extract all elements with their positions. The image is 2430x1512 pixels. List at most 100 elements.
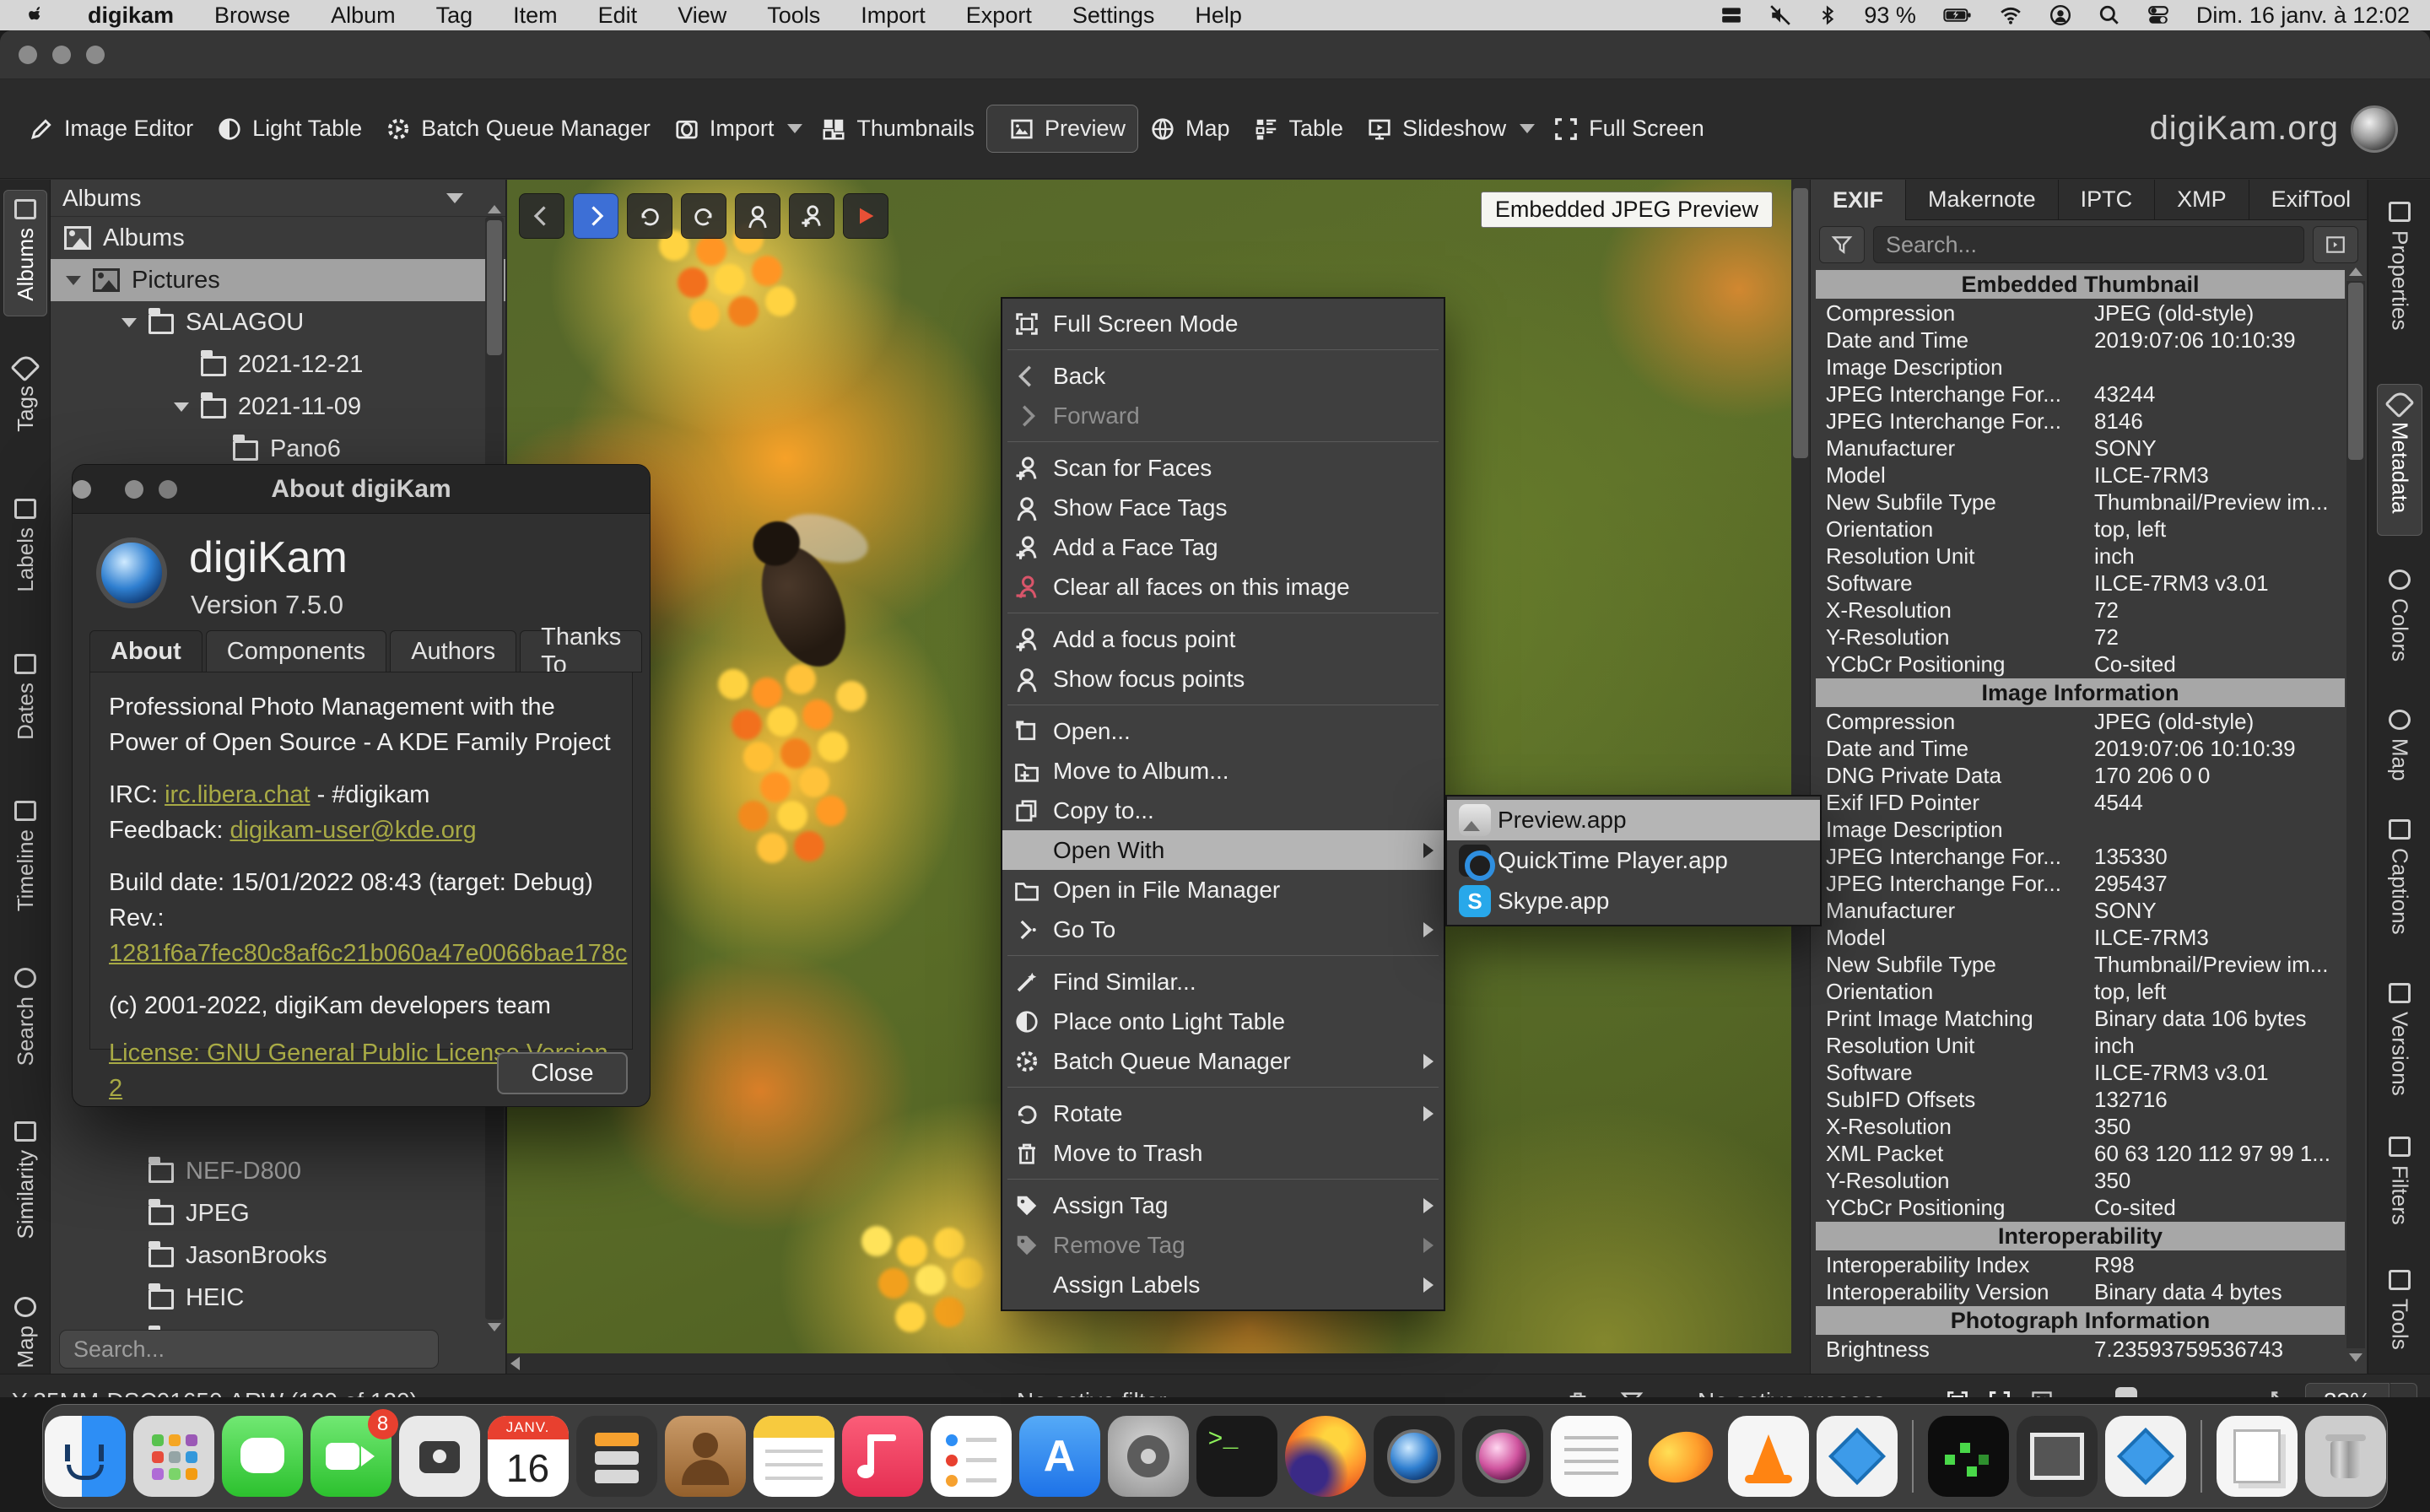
table-button[interactable]: Table	[1242, 105, 1356, 152]
full-screen-button[interactable]: Full Screen	[1542, 105, 1716, 152]
slideshow-dropdown-arrow[interactable]	[1520, 124, 1535, 133]
expander-icon[interactable]	[174, 402, 189, 412]
collapse-arrow-icon[interactable]	[446, 193, 463, 203]
sidebar-tab-properties[interactable]: Properties	[2377, 193, 2422, 359]
filter-funnel-button[interactable]	[1819, 226, 1865, 263]
menubar-item-edit[interactable]: Edit	[578, 0, 658, 30]
tab-about[interactable]: About	[89, 630, 202, 672]
menu-item-full-screen-mode[interactable]: Full Screen Mode	[1002, 304, 1444, 343]
menu-item-batch-queue-manager[interactable]: Batch Queue Manager	[1002, 1041, 1444, 1081]
window-minimize-button[interactable]	[52, 46, 71, 64]
dock-picture-window-icon[interactable]	[2017, 1416, 2098, 1497]
zoom-100-icon[interactable]	[2030, 1374, 2054, 1397]
albums-panel-header[interactable]: Albums	[51, 180, 505, 217]
menu-item-remove-tag[interactable]: Remove Tag	[1002, 1225, 1444, 1265]
sidebar-tab-colors[interactable]: Colors	[2377, 561, 2422, 676]
sidebar-tab-map[interactable]: Map	[3, 1288, 47, 1373]
menu-item-open-with[interactable]: Open With	[1002, 830, 1444, 870]
slideshow-button[interactable]: Slideshow	[1355, 105, 1518, 152]
menubar-item-item[interactable]: Item	[493, 0, 578, 30]
show-face-tags-button[interactable]	[735, 193, 780, 239]
dock-mango-app-icon[interactable]	[1639, 1416, 1720, 1497]
menubar-item-import[interactable]: Import	[840, 0, 946, 30]
menu-item-assign-tag[interactable]: Assign Tag	[1002, 1185, 1444, 1225]
preview-back-button[interactable]	[519, 193, 564, 239]
dialog-minimize-button[interactable]	[159, 480, 177, 499]
window-close-button[interactable]	[19, 46, 37, 64]
irc-link[interactable]: irc.libera.chat	[165, 781, 310, 808]
tree-item-pictures[interactable]: Pictures	[51, 259, 505, 301]
scroll-left-icon[interactable]	[510, 1357, 520, 1370]
menubar-item-settings[interactable]: Settings	[1052, 0, 1175, 30]
tree-item-2021-12-21[interactable]: 2021-12-21	[51, 343, 505, 386]
menubar-item-help[interactable]: Help	[1174, 0, 1262, 30]
thumbnails-button[interactable]: Thumbnails	[809, 105, 986, 152]
bluetooth-icon[interactable]	[1818, 4, 1837, 26]
dock-appstore-icon[interactable]: A	[1019, 1416, 1100, 1497]
menu-item-open[interactable]: Open...	[1002, 711, 1444, 751]
volume-muted-icon[interactable]	[1769, 4, 1791, 26]
zoom-expand-icon[interactable]	[2270, 1374, 2293, 1397]
menu-item-go-to[interactable]: Go To	[1002, 910, 1444, 949]
tree-item-albums-root[interactable]: Albums	[51, 217, 505, 259]
zoom-percent-display[interactable]: 33%	[2305, 1383, 2390, 1397]
menu-item-open-in-file-manager[interactable]: Open in File Manager	[1002, 870, 1444, 910]
albums-search-input[interactable]	[59, 1330, 439, 1369]
dock-music-icon[interactable]	[842, 1416, 923, 1497]
batch-queue-manager-button[interactable]: Batch Queue Manager	[374, 105, 662, 152]
dock-virtualbox-window-icon[interactable]	[2105, 1416, 2186, 1497]
dock-documents-icon[interactable]	[2217, 1416, 2298, 1497]
metadata-tools-button[interactable]	[2313, 226, 2358, 263]
menu-item-back[interactable]: Back	[1002, 356, 1444, 396]
dock-notes-icon[interactable]	[753, 1416, 834, 1497]
sidebar-tab-timeline[interactable]: Timeline	[3, 792, 47, 910]
preview-forward-button[interactable]	[573, 193, 618, 239]
submenu-item-preview-app[interactable]: Preview.app	[1447, 800, 1820, 840]
menubar-item-browse[interactable]: Browse	[194, 0, 310, 30]
dock-facetime-icon[interactable]: 8	[310, 1416, 392, 1497]
sidebar-tab-albums[interactable]: Albums	[3, 190, 47, 316]
sidebar-tab-dates[interactable]: Dates	[3, 645, 47, 743]
dock-textedit-icon[interactable]	[1551, 1416, 1632, 1497]
submenu-item-quicktime[interactable]: QuickTime Player.app	[1447, 840, 1820, 881]
metadata-scrollbar[interactable]	[2346, 281, 2365, 1348]
menu-item-find-similar[interactable]: Find Similar...	[1002, 962, 1444, 1002]
apple-menu-icon[interactable]	[27, 4, 46, 26]
import-dropdown-arrow[interactable]	[787, 124, 802, 133]
menu-item-add-focus-point[interactable]: Add a focus point	[1002, 619, 1444, 659]
add-face-tag-button[interactable]	[789, 193, 834, 239]
zoom-slider-knob[interactable]	[2115, 1387, 2137, 1397]
rotate-left-button[interactable]	[627, 193, 672, 239]
tab-exif[interactable]: EXIF	[1811, 180, 1906, 220]
preview-vertical-scrollbar[interactable]	[1791, 180, 1810, 1374]
dock-emulator-window-icon[interactable]	[1928, 1416, 2009, 1497]
menu-item-scan-for-faces[interactable]: Scan for Faces	[1002, 448, 1444, 488]
menu-item-move-to-album[interactable]: Move to Album...	[1002, 751, 1444, 791]
dock-finder-icon[interactable]	[45, 1416, 126, 1497]
dock-calendar-icon[interactable]: JANV.16	[488, 1416, 569, 1497]
user-account-icon[interactable]	[2049, 4, 2071, 26]
close-button[interactable]: Close	[497, 1052, 628, 1094]
preview-horizontal-scrollbar[interactable]	[507, 1353, 1810, 1374]
sidebar-tab-map-right[interactable]: Map	[2377, 701, 2422, 786]
spotlight-search-icon[interactable]	[2098, 4, 2120, 26]
sidebar-tab-tags[interactable]: Tags	[3, 348, 47, 441]
control-center-icon[interactable]	[2147, 4, 2169, 26]
dock-terminal-icon[interactable]: >_	[1196, 1416, 1277, 1497]
tab-xmp[interactable]: XMP	[2155, 180, 2249, 220]
submenu-item-skype[interactable]: SSkype.app	[1447, 881, 1820, 921]
tab-makernote[interactable]: Makernote	[1906, 180, 2059, 220]
menu-item-clear-all-faces[interactable]: Clear all faces on this image	[1002, 567, 1444, 607]
menu-item-add-a-face-tag[interactable]: Add a Face Tag	[1002, 527, 1444, 567]
menu-item-show-face-tags[interactable]: Show Face Tags	[1002, 488, 1444, 527]
menubar-item-tools[interactable]: Tools	[747, 0, 840, 30]
sidebar-tab-search[interactable]: Search	[3, 959, 47, 1064]
sidebar-tab-versions[interactable]: Versions	[2377, 975, 2422, 1103]
dock-contacts-icon[interactable]	[665, 1416, 746, 1497]
menu-item-copy-to[interactable]: Copy to...	[1002, 791, 1444, 830]
tree-item-nef-d800[interactable]: NEF-D800	[51, 1150, 505, 1192]
tree-item-heic[interactable]: HEIC	[51, 1277, 505, 1319]
feedback-link[interactable]: digikam-user@kde.org	[230, 817, 476, 844]
zoom-fit-select-icon[interactable]	[1946, 1374, 1969, 1397]
window-zoom-button[interactable]	[86, 46, 105, 64]
